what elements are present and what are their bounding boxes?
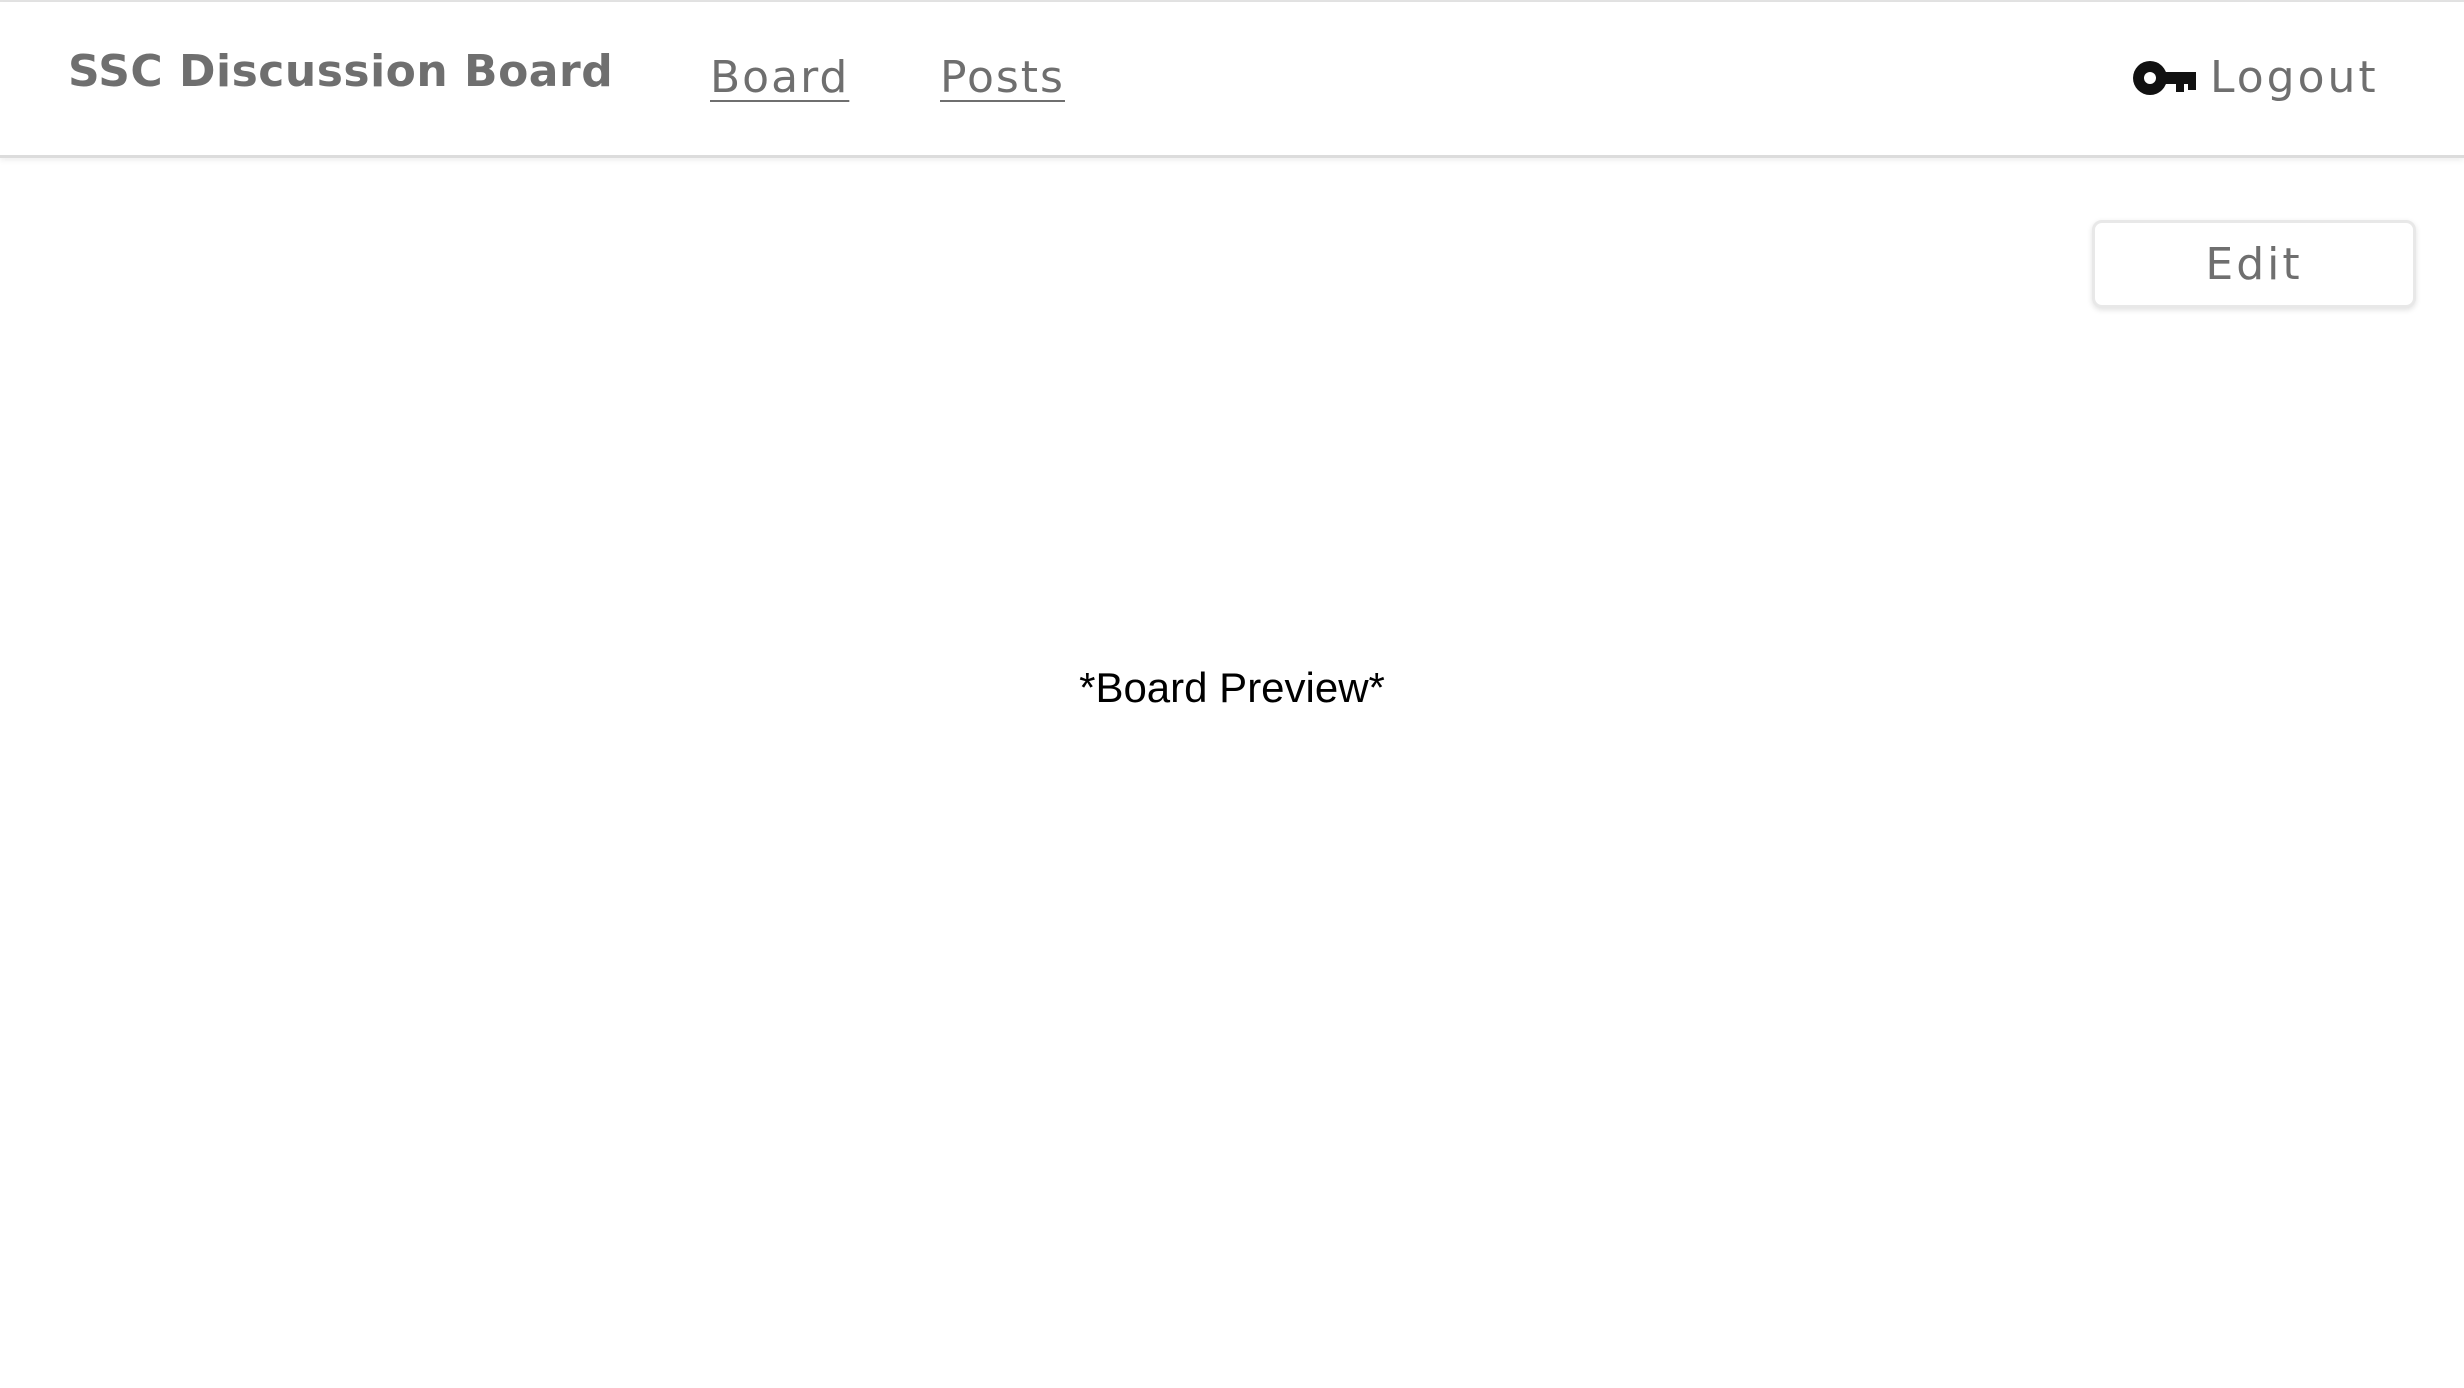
logout-button[interactable]: Logout xyxy=(2132,52,2379,103)
logout-label: Logout xyxy=(2210,52,2379,103)
key-icon xyxy=(2133,60,2196,95)
nav-link-board[interactable]: Board xyxy=(710,52,849,103)
board-preview-placeholder: *Board Preview* xyxy=(1079,664,1385,711)
edit-button[interactable]: Edit xyxy=(2092,220,2416,308)
brand-title: SSC Discussion Board xyxy=(68,46,614,97)
nav-link-posts[interactable]: Posts xyxy=(940,52,1065,103)
top-navbar: SSC Discussion Board Board Posts Logout xyxy=(0,2,2464,158)
